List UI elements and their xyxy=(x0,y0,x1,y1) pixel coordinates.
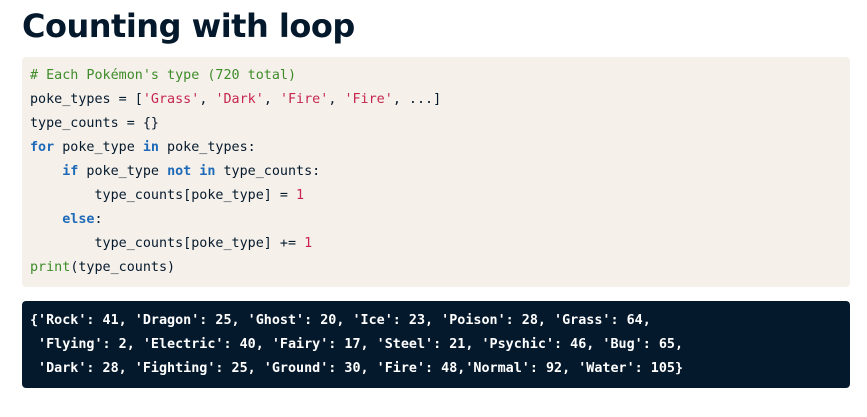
code-keyword: if xyxy=(62,164,79,179)
code-line-print: print(type_counts) xyxy=(30,256,850,280)
code-text: type_counts = {} xyxy=(30,116,159,131)
code-line-increment: type_counts[poke_type] += 1 xyxy=(30,232,850,256)
code-text: poke_type xyxy=(78,164,168,179)
code-string: 'Fire' xyxy=(279,92,329,107)
code-line-for: for poke_type in poke_types: xyxy=(30,136,850,160)
code-block: # Each Pokémon's type (720 total) poke_t… xyxy=(22,57,850,287)
slide-title: Counting with loop xyxy=(22,7,355,45)
output-block: {'Rock': 41, 'Dragon': 25, 'Ghost': 20, … xyxy=(22,301,850,388)
code-builtin: print xyxy=(30,260,71,275)
output-line-3: 'Dark': 28, 'Fighting': 25, 'Ground': 30… xyxy=(30,361,684,376)
code-text: poke_types: xyxy=(159,140,256,155)
code-line-type-counts: type_counts = {} xyxy=(30,112,850,136)
code-line-assign: type_counts[poke_type] = 1 xyxy=(30,184,850,208)
code-string: 'Grass' xyxy=(142,92,200,107)
output-line-2: 'Flying': 2, 'Electric': 40, 'Fairy': 17… xyxy=(30,337,684,352)
code-text: poke_type xyxy=(54,140,143,155)
code-keyword: in xyxy=(142,140,159,155)
code-text: , ...] xyxy=(392,92,442,107)
code-text: (type_counts) xyxy=(70,260,176,275)
code-comment: # Each Pokémon's type (720 total) xyxy=(30,68,297,83)
code-string: 'Fire' xyxy=(344,92,393,107)
code-keyword: not in xyxy=(167,164,216,179)
code-keyword: for xyxy=(30,140,55,155)
output-line-1: {'Rock': 41, 'Dragon': 25, 'Ghost': 20, … xyxy=(30,313,651,328)
code-line-else: else: xyxy=(30,208,850,232)
code-text: : xyxy=(94,212,103,227)
code-number: 1 xyxy=(296,188,305,203)
slide: Counting with loop # Each Pokémon's type… xyxy=(0,0,867,417)
code-line-poke-types: poke_types = ['Grass', 'Dark', 'Fire', '… xyxy=(30,88,850,112)
code-text: , xyxy=(263,92,280,107)
code-text: , xyxy=(199,92,216,107)
code-string: 'Dark' xyxy=(215,92,264,107)
code-text: type_counts[poke_type] += xyxy=(30,236,305,251)
code-text: , xyxy=(328,92,345,107)
code-text: type_counts: xyxy=(215,164,321,179)
code-text: type_counts[poke_type] = xyxy=(30,188,297,203)
code-keyword: else xyxy=(62,212,95,227)
code-line-comment: # Each Pokémon's type (720 total) xyxy=(30,64,850,88)
code-number: 1 xyxy=(304,236,313,251)
code-text: poke_types = [ xyxy=(30,92,143,107)
code-line-if: if poke_type not in type_counts: xyxy=(30,160,850,184)
